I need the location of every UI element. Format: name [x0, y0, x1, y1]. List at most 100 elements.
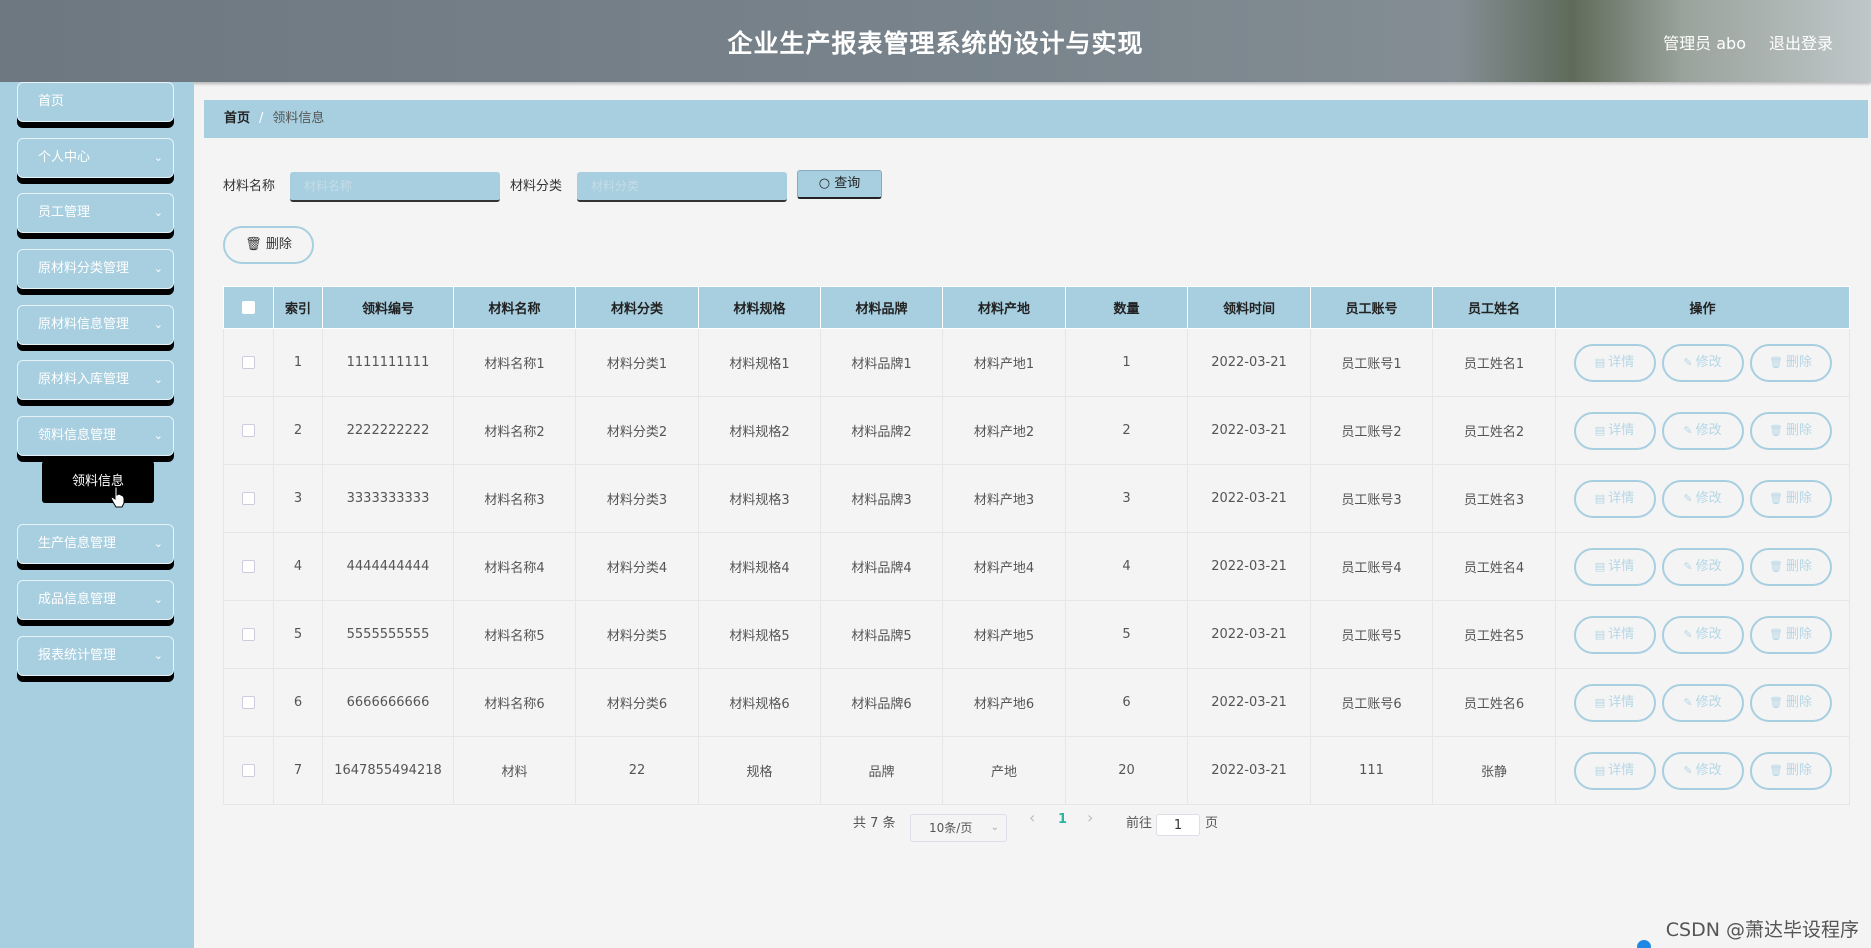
delete-button[interactable]: 🗑 删除 [1749, 683, 1832, 722]
sidebar-item-employee-mgmt[interactable]: 员工管理 ⌄ [17, 193, 174, 233]
delete-button[interactable]: 🗑 删除 [1749, 479, 1832, 518]
table-cell: 材料名称5 [453, 600, 576, 669]
page-size-select[interactable]: 10条/页 ⌄ [910, 814, 1007, 842]
table-cell: 2022-03-21 [1187, 328, 1311, 397]
sidebar-item-report-stats-mgmt[interactable]: 报表统计管理 ⌄ [17, 636, 174, 676]
edit-button[interactable]: ✎ 修改 [1661, 683, 1744, 722]
table-cell: 22 [575, 736, 699, 805]
chevron-down-icon: ⌄ [153, 318, 163, 331]
edit-button[interactable]: ✎ 修改 [1661, 547, 1744, 586]
table-cell: 材料品牌6 [820, 668, 943, 737]
table-cell: 7 [273, 736, 323, 805]
edit-button[interactable]: ✎ 修改 [1661, 343, 1744, 382]
sidebar-item-personal-center[interactable]: 个人中心 ⌄ [17, 138, 174, 178]
scroll-indicator[interactable] [1637, 940, 1651, 948]
action-label: 删除 [1785, 354, 1812, 370]
detail-icon: ▤ [1594, 355, 1606, 369]
table-cell: 材料规格6 [698, 668, 821, 737]
table-cell: 材料规格5 [698, 600, 821, 669]
query-button[interactable]: ○ 查询 [797, 170, 882, 199]
next-page-button[interactable]: › [1087, 808, 1093, 827]
edit-button[interactable]: ✎ 修改 [1661, 751, 1744, 790]
detail-button[interactable]: ▤ 详情 [1573, 547, 1656, 586]
sidebar-item-production-mgmt[interactable]: 生产信息管理 ⌄ [17, 524, 174, 564]
delete-button[interactable]: 🗑 删除 [1749, 411, 1832, 450]
table-cell: 材料名称4 [453, 532, 576, 601]
sidebar-subitem-material-issue[interactable]: 领料信息 [42, 461, 154, 503]
sidebar-item-label: 生产信息管理 [38, 536, 117, 551]
table-cell: 员工姓名5 [1432, 600, 1556, 669]
detail-button[interactable]: ▤ 详情 [1573, 343, 1656, 382]
chevron-down-icon: ⌄ [153, 206, 163, 219]
table-cell: 4444444444 [322, 532, 454, 601]
table-cell: 6 [1065, 668, 1188, 737]
table-cell: 6 [273, 668, 323, 737]
table-cell: 3333333333 [322, 464, 454, 533]
action-label: 修改 [1695, 694, 1722, 710]
row-checkbox[interactable] [242, 424, 255, 437]
table-cell: 3 [273, 464, 323, 533]
column-header: 数量 [1065, 286, 1188, 329]
table-cell: 员工账号3 [1310, 464, 1433, 533]
batch-delete-button[interactable]: 🗑 删除 [223, 226, 314, 264]
action-label: 修改 [1695, 558, 1722, 574]
table-cell: 3 [1065, 464, 1188, 533]
detail-button[interactable]: ▤ 详情 [1573, 615, 1656, 654]
material-name-input[interactable] [290, 172, 500, 202]
detail-button[interactable]: ▤ 详情 [1573, 479, 1656, 518]
row-checkbox[interactable] [242, 492, 255, 505]
table-cell: 材料规格2 [698, 396, 821, 465]
row-checkbox[interactable] [242, 560, 255, 573]
row-checkbox[interactable] [242, 764, 255, 777]
edit-button[interactable]: ✎ 修改 [1661, 479, 1744, 518]
table-cell: 材料分类6 [575, 668, 699, 737]
sidebar-item-raw-category-mgmt[interactable]: 原材料分类管理 ⌄ [17, 249, 174, 289]
table-cell: 员工姓名2 [1432, 396, 1556, 465]
table-cell: 111 [1310, 736, 1433, 805]
detail-button[interactable]: ▤ 详情 [1573, 683, 1656, 722]
detail-button[interactable]: ▤ 详情 [1573, 411, 1656, 450]
detail-icon: ▤ [1594, 695, 1606, 709]
sidebar-item-raw-stock-in-mgmt[interactable]: 原材料入库管理 ⌄ [17, 360, 174, 400]
delete-button[interactable]: 🗑 删除 [1749, 751, 1832, 790]
row-actions-cell: ▤ 详情 ✎ 修改 🗑 删除 [1555, 396, 1850, 465]
hand-cursor-icon [110, 486, 125, 508]
delete-button[interactable]: 🗑 删除 [1749, 343, 1832, 382]
breadcrumb-home[interactable]: 首页 [224, 111, 250, 126]
delete-button[interactable]: 🗑 删除 [1749, 615, 1832, 654]
table-cell: 材料名称3 [453, 464, 576, 533]
page-size-value: 10条/页 [929, 821, 973, 835]
pagination-total: 共 7 条 [853, 816, 896, 831]
top-header: 企业生产报表管理系统的设计与实现 管理员 abo 退出登录 [0, 0, 1871, 82]
sidebar-item-raw-info-mgmt[interactable]: 原材料信息管理 ⌄ [17, 305, 174, 345]
table-cell: 员工姓名3 [1432, 464, 1556, 533]
breadcrumb-separator: / [259, 111, 264, 126]
row-checkbox[interactable] [242, 696, 255, 709]
sidebar-item-product-mgmt[interactable]: 成品信息管理 ⌄ [17, 580, 174, 620]
goto-page-input[interactable] [1156, 814, 1200, 836]
trash-icon: 🗑 [1769, 491, 1783, 505]
column-header: 员工账号 [1310, 286, 1433, 329]
row-checkbox[interactable] [242, 356, 255, 369]
logout-link[interactable]: 退出登录 [1769, 30, 1833, 54]
table-cell: 材料产地4 [942, 532, 1066, 601]
page-number-current[interactable]: 1 [1058, 812, 1067, 827]
row-actions-cell: ▤ 详情 ✎ 修改 🗑 删除 [1555, 736, 1850, 805]
edit-button[interactable]: ✎ 修改 [1661, 615, 1744, 654]
sidebar-item-material-issue-mgmt[interactable]: 领料信息管理 ⌄ [17, 416, 174, 456]
detail-button[interactable]: ▤ 详情 [1573, 751, 1656, 790]
prev-page-button[interactable]: ‹ [1029, 808, 1035, 827]
edit-icon: ✎ [1683, 491, 1693, 505]
edit-button[interactable]: ✎ 修改 [1661, 411, 1744, 450]
action-label: 修改 [1695, 762, 1722, 778]
table-row: 5 5555555555 材料名称5 材料分类5 材料规格5 材料品牌5 材料产地5 5 202… [223, 600, 1850, 669]
row-checkbox[interactable] [242, 628, 255, 641]
chevron-down-icon: ⌄ [153, 649, 163, 662]
sidebar-item-home[interactable]: 首页 [17, 82, 174, 122]
select-all-checkbox[interactable] [242, 301, 255, 314]
trash-icon: 🗑 [1769, 355, 1783, 369]
delete-button[interactable]: 🗑 删除 [1749, 547, 1832, 586]
material-category-input[interactable] [577, 172, 787, 202]
column-header: 领料编号 [322, 286, 454, 329]
sidebar-item-label: 原材料分类管理 [38, 261, 130, 276]
